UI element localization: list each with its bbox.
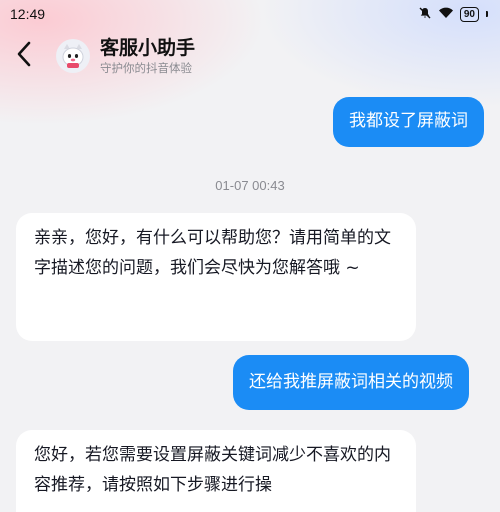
chat-header: 客服小助手 守护你的抖音体验 [0, 28, 500, 84]
status-icons: 90 [418, 6, 488, 23]
back-button[interactable] [16, 36, 54, 76]
incoming-message[interactable]: 您好，若您需要设置屏蔽关键词减少不喜欢的内容推荐，请按照如下步骤进行操 [16, 430, 416, 512]
page-title: 客服小助手 [100, 37, 196, 59]
message-timestamp: 01-07 00:43 [215, 178, 285, 193]
assistant-avatar-icon [62, 44, 84, 68]
battery-tip [486, 11, 488, 17]
battery-icon: 90 [459, 6, 479, 22]
status-bar: 12:49 90 [0, 0, 500, 28]
header-titles: 客服小助手 守护你的抖音体验 [100, 36, 195, 76]
battery-level: 90 [463, 8, 475, 20]
outgoing-message[interactable]: 我都设了屏蔽词 [333, 97, 484, 147]
status-time: 12:49 [10, 6, 46, 22]
chevron-left-icon [16, 41, 32, 71]
avatar[interactable] [56, 39, 90, 73]
incoming-message[interactable]: 亲亲，您好，有什么可以帮助您？请用简单的文字描述您的问题，我们会尽快为您解答哦 … [16, 213, 416, 341]
page-subtitle: 守护你的抖音体验 [100, 61, 192, 75]
mute-icon [418, 6, 432, 23]
outgoing-message[interactable]: 还给我推屏蔽词相关的视频 [233, 355, 469, 410]
wifi-icon [438, 6, 454, 22]
